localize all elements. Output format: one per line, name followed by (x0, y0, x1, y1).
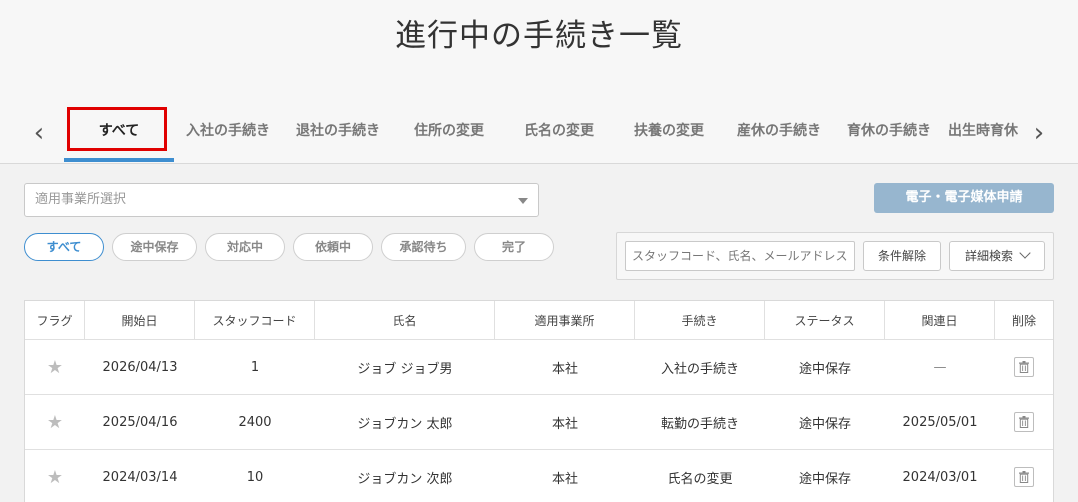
star-icon[interactable]: ★ (47, 412, 63, 433)
table-header-row: フラグ 開始日 スタッフコード 氏名 適用事業所 手続き ステータス 関連日 削… (25, 301, 1053, 340)
detail-search-button[interactable]: 詳細検索 (949, 241, 1045, 271)
cell-staff-code: 2400 (238, 414, 272, 430)
tab-leave[interactable]: 退社の手続き (288, 104, 388, 162)
cell-status: 途中保存 (798, 416, 851, 432)
cell-procedure: 氏名の変更 (667, 471, 733, 487)
electronic-apply-button[interactable]: 電子・電子媒体申請 (874, 183, 1054, 213)
cell-start-date: 2025/04/16 (102, 414, 178, 430)
cell-related-date: 2024/03/01 (902, 469, 978, 485)
col-procedure[interactable]: 手続き (635, 301, 765, 339)
detail-search-label: 詳細検索 (964, 249, 1013, 263)
cell-related-date: 2025/05/01 (902, 414, 978, 430)
cell-staff-code: 10 (246, 469, 264, 485)
tab-next-arrow-icon[interactable]: › (1028, 118, 1050, 148)
cell-procedure: 転勤の手続き (660, 416, 739, 432)
cell-office: 本社 (551, 471, 578, 487)
tab-all[interactable]: すべて (64, 104, 174, 162)
status-chip-requested[interactable]: 依頼中 (293, 233, 373, 261)
cell-office: 本社 (551, 361, 578, 377)
tab-address[interactable]: 住所の変更 (398, 104, 500, 162)
status-chip-awaiting-approval[interactable]: 承認待ち (381, 233, 466, 261)
search-input[interactable] (625, 241, 855, 271)
col-name[interactable]: 氏名 (315, 301, 495, 339)
cell-procedure: 入社の手続き (660, 361, 739, 377)
cell-name: ジョブカン 次郎 (357, 471, 453, 487)
cell-start-date: 2024/03/14 (102, 469, 178, 485)
cell-related-date: — (933, 359, 947, 375)
chevron-down-icon (1019, 247, 1031, 259)
col-delete: 削除 (1011, 313, 1036, 328)
cell-status: 途中保存 (798, 361, 851, 377)
cell-status: 途中保存 (798, 471, 851, 487)
status-chip-in-progress[interactable]: 対応中 (205, 233, 285, 261)
status-chip-draft[interactable]: 途中保存 (112, 233, 197, 261)
col-staff-code[interactable]: スタッフコード (195, 301, 315, 339)
cell-name: ジョブカン 太郎 (357, 416, 453, 432)
caret-down-icon (518, 198, 528, 204)
tab-hire[interactable]: 入社の手続き (178, 104, 278, 162)
trash-icon[interactable] (1014, 467, 1034, 487)
header-area: 進行中の手続き一覧 ‹ すべて 入社の手続き 退社の手続き 住所の変更 氏名の変… (0, 0, 1078, 164)
col-office[interactable]: 適用事業所 (495, 301, 635, 339)
trash-icon[interactable] (1014, 357, 1034, 377)
clear-conditions-button[interactable]: 条件解除 (863, 241, 941, 271)
star-icon[interactable]: ★ (47, 467, 63, 488)
procedure-table: フラグ 開始日 スタッフコード 氏名 適用事業所 手続き ステータス 関連日 削… (24, 300, 1054, 502)
highlight-box (67, 107, 167, 151)
status-chip-complete[interactable]: 完了 (474, 233, 554, 261)
tab-birth-leave[interactable]: 出生時育休 (948, 104, 1020, 162)
office-select-placeholder: 適用事業所選択 (35, 192, 127, 207)
cell-start-date: 2026/04/13 (102, 359, 178, 375)
col-start-date[interactable]: 開始日 (85, 301, 195, 339)
status-chip-all[interactable]: すべて (24, 233, 104, 261)
star-icon[interactable]: ★ (47, 357, 63, 378)
tab-prev-arrow-icon[interactable]: ‹ (28, 118, 50, 148)
table-row[interactable]: ★ 2026/04/13 1 ジョブ ジョブ男 本社 入社の手続き 途中保存 — (25, 340, 1053, 395)
table-row[interactable]: ★ 2024/03/14 10 ジョブカン 次郎 本社 氏名の変更 途中保存 2… (25, 450, 1053, 502)
col-flag[interactable]: フラグ (25, 301, 85, 339)
tab-maternity[interactable]: 産休の手続き (728, 104, 830, 162)
page-title: 進行中の手続き一覧 (395, 18, 683, 54)
tab-dependents[interactable]: 扶養の変更 (618, 104, 720, 162)
cell-staff-code: 1 (250, 359, 260, 375)
cell-name: ジョブ ジョブ男 (357, 361, 453, 377)
table-row[interactable]: ★ 2025/04/16 2400 ジョブカン 太郎 本社 転勤の手続き 途中保… (25, 395, 1053, 450)
trash-icon[interactable] (1014, 412, 1034, 432)
cell-office: 本社 (551, 416, 578, 432)
tab-name-change[interactable]: 氏名の変更 (508, 104, 610, 162)
col-status[interactable]: ステータス (765, 301, 885, 339)
procedure-tabs: すべて 入社の手続き 退社の手続き 住所の変更 氏名の変更 扶養の変更 産休の手… (64, 104, 1020, 164)
tab-childcare[interactable]: 育休の手続き (838, 104, 940, 162)
col-related-date[interactable]: 関連日 (885, 301, 995, 339)
office-select[interactable]: 適用事業所選択 (24, 183, 539, 217)
active-tab-underline (64, 158, 174, 162)
